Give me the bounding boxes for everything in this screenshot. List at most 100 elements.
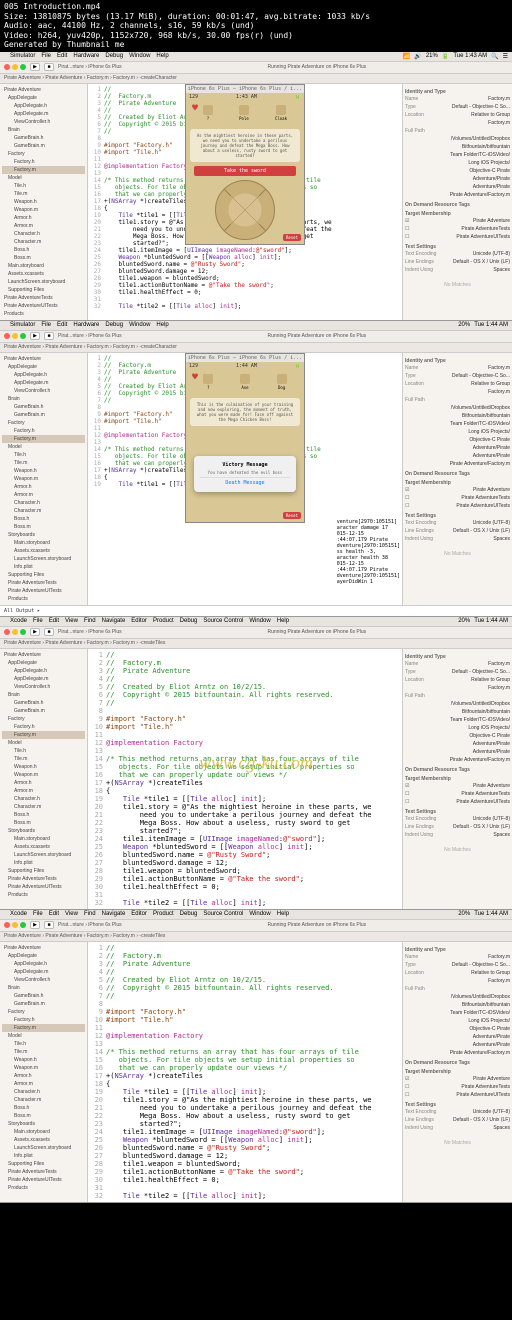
code-text[interactable]: bluntedSword.name = @"Rusty Sword"; [104,261,245,268]
code-line[interactable]: 17+(NSArray *)createTiles [90,1072,400,1080]
minimize-button[interactable] [12,333,18,339]
code-text[interactable]: // Factory.m [104,93,151,100]
menu-editor[interactable]: Editor [131,618,147,624]
code-text[interactable]: started?"; [104,240,169,247]
code-line[interactable]: 7// [90,992,400,1000]
nav-file[interactable]: LaunchScreen.storyboard [2,555,85,563]
project-navigator[interactable]: Pirate Adventure AppDelegate AppDelegate… [0,84,88,320]
nav-group[interactable]: Model [2,174,85,182]
code-line[interactable]: 29 tile1.actionButtonName = @"Take the s… [90,1168,400,1176]
menu-edit[interactable]: Edit [49,911,59,917]
menu-edit[interactable]: Edit [57,322,67,328]
debug-console-bar[interactable]: All Output ▸ [0,605,512,616]
code-line[interactable]: 17+(NSArray *)createTiles [90,779,400,787]
code-line[interactable]: 5// Created by Eliot Arntz on 10/2/15. [90,683,400,691]
code-line[interactable]: 31 [90,1184,400,1192]
code-text[interactable]: #import "Tile.h" [104,149,162,156]
menu-simulator[interactable]: Simulator [10,53,35,59]
nav-file[interactable]: ViewController.h [2,976,85,984]
nav-file[interactable]: Armor.m [2,787,85,795]
code-text[interactable]: #import "Tile.h" [104,418,162,425]
code-text[interactable]: Weapon *bluntedSword = [[Weapon alloc] i… [106,1136,313,1144]
stop-button[interactable]: ■ [44,332,54,340]
menu-simulator[interactable]: Simulator [10,322,35,328]
scheme-selector[interactable]: Pirat...nture › iPhone 6s Plus [58,64,122,70]
nav-file[interactable]: Character.h [2,499,85,507]
nav-file[interactable]: Armor.h [2,214,85,222]
target-checkbox[interactable]: ☑ [405,1076,409,1082]
nav-file[interactable]: Boss.h [2,1104,85,1112]
code-line[interactable]: 4// [90,675,400,683]
code-line[interactable]: 7// [90,699,400,707]
code-line[interactable]: 23 started?"; [90,827,400,835]
menu-edit[interactable]: Edit [57,53,67,59]
menu-debug[interactable]: Debug [180,618,198,624]
menu-navigate[interactable]: Navigate [102,911,126,917]
inspector-value[interactable]: Spaces [493,1125,510,1131]
reset-button[interactable]: Reset [283,234,301,241]
menu-window[interactable]: Window [249,618,270,624]
run-button[interactable]: ▶ [30,628,40,636]
scheme-selector[interactable]: Pirat...nture › iPhone 6s Plus [58,333,122,339]
nav-file[interactable]: Main.storyboard [2,539,85,547]
source-editor[interactable]: 1//2// Factory.m3// Pirate Adventure4//5… [88,353,402,605]
nav-file[interactable]: Factory.m [2,435,85,443]
menu-xcode[interactable]: Xcode [10,911,27,917]
inspector-value[interactable]: Relative to Group [471,112,510,118]
jump-bar[interactable]: Pirate Adventure › Pirate Adventure › Fa… [0,932,512,942]
nav-file[interactable]: Boss.h [2,246,85,254]
menu-file[interactable]: File [33,618,43,624]
nav-file[interactable]: Weapon.h [2,198,85,206]
inspector-value[interactable]: Spaces [493,267,510,273]
code-text[interactable]: tile1.itemImage = [UIImage imageNamed:@"… [104,247,292,254]
code-text[interactable]: tile1.actionButtonName = @"Take the swor… [106,875,304,883]
code-text[interactable]: Tile *tile2 = [[Tile alloc] init]; [106,899,266,907]
inspector-value[interactable]: Unicode (UTF-8) [473,251,510,257]
code-text[interactable]: // Pirate Adventure [106,667,190,675]
code-text[interactable]: +(NSArray *)createTiles [106,779,203,787]
code-text[interactable]: // [104,107,111,114]
nav-project-root[interactable]: Pirate Adventure [2,355,85,363]
code-text[interactable]: #import "Tile.h" [106,1016,173,1024]
code-line[interactable]: 5// Created by Eliot Arntz on 10/2/15. [90,976,400,984]
inspector-value[interactable]: Default - OS X / Unix (LF) [453,1117,510,1123]
code-text[interactable]: bluntedSword.damage = 12; [106,1152,228,1160]
nav-file[interactable]: GameBrain.m [2,411,85,419]
code-text[interactable]: @implementation Factory [104,163,187,170]
nav-file[interactable]: GameBrain.m [2,142,85,150]
code-line[interactable]: 16 that we can properly update our views… [90,1064,400,1072]
nav-file[interactable]: Boss.h [2,515,85,523]
code-line[interactable]: 27 bluntedSword.damage = 12; [90,859,400,867]
target-checkbox[interactable]: ☑ [405,487,409,493]
nav-file[interactable]: Weapon.h [2,467,85,475]
nav-project-root[interactable]: Pirate Adventure [2,86,85,94]
code-text[interactable]: // Factory.m [106,952,161,960]
zoom-button[interactable] [20,64,26,70]
zoom-button[interactable] [20,922,26,928]
code-line[interactable]: 18{ [90,1080,400,1088]
close-button[interactable] [4,922,10,928]
target-checkbox[interactable]: ☐ [405,791,409,797]
menu-window[interactable]: Window [129,322,150,328]
volume-icon[interactable]: 🔊 [414,53,421,60]
code-text[interactable]: tile1.story = @"As the mightiest heroine… [106,803,372,811]
inspector-value[interactable]: Default - Objective-C So... [452,104,510,110]
spotlight-icon[interactable]: 🔍 [491,53,498,60]
code-text[interactable]: bluntedSword.name = @"Rusty Sword"; [106,1144,270,1152]
code-line[interactable]: 6// Copyright © 2015 bitfountain. All ri… [90,691,400,699]
code-line[interactable]: 27 bluntedSword.damage = 12; [90,268,400,275]
code-line[interactable]: 30 tile1.healthEffect = 0; [90,289,400,296]
nav-group[interactable]: Supporting Files [2,867,85,875]
target-checkbox[interactable]: ☐ [405,1092,409,1098]
menu-view[interactable]: View [65,911,78,917]
breadcrumb-path[interactable]: Pirate Adventure › Pirate Adventure › Fa… [4,640,165,646]
nav-group[interactable]: Factory [2,150,85,158]
nav-file[interactable]: Boss.m [2,819,85,827]
nav-file[interactable]: Main.storyboard [2,835,85,843]
code-line[interactable]: 14/* This method returns an array that h… [90,755,400,763]
nav-file[interactable]: Info.plist [2,563,85,571]
code-text[interactable]: /* This method returns an array that has… [106,1048,359,1056]
project-navigator[interactable]: Pirate AdventureAppDelegateAppDelegate.h… [0,649,88,909]
code-line[interactable]: 8 [90,707,400,715]
code-line[interactable]: 32 Tile *tile2 = [[Tile alloc] init]; [90,1192,400,1200]
